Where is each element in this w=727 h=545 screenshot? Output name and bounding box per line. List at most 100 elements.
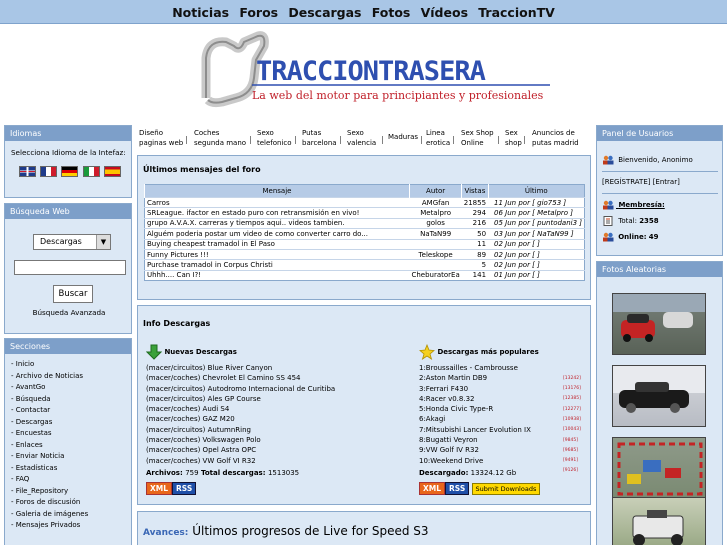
last-post-link[interactable]: 06 Jun por [ Metalpro ]	[488, 207, 585, 219]
nav-foros[interactable]: Foros	[235, 0, 282, 20]
views-cell: 141	[461, 269, 489, 281]
register-login-links[interactable]: [REGÍSTRATE] [Entrar]	[602, 178, 680, 186]
author-link[interactable]: CheburatorEa	[409, 269, 462, 281]
author-link[interactable]: NaTaN99	[409, 228, 462, 240]
es-flag-icon[interactable]	[103, 166, 121, 177]
sponsor-link[interactable]: Sexo valencia	[347, 129, 376, 148]
sponsor-link[interactable]: Diseño paginas web	[139, 129, 183, 148]
nav-noticias[interactable]: Noticias	[168, 0, 233, 20]
nav-videos[interactable]: Vídeos	[417, 0, 472, 20]
views-cell: 21855	[461, 196, 489, 208]
feed-buttons: XML RSS	[146, 482, 406, 496]
last-post-link[interactable]: 05 Jun por [ puntodani3 ]	[488, 217, 585, 229]
section-link[interactable]: - Foros de discusión	[11, 498, 131, 510]
random-photos-panel: Fotos Aleatorias	[596, 261, 723, 545]
author-link[interactable]: Teleskope	[409, 248, 462, 260]
section-link[interactable]: - Estadísticas	[11, 464, 131, 476]
new-download-link[interactable]: (macer/coches) GAZ M20	[146, 415, 406, 425]
new-download-link[interactable]: (macer/circuitos) AutumnRing	[146, 426, 406, 436]
sponsor-link[interactable]: Sex Shop Online	[461, 129, 494, 148]
new-download-link[interactable]: (macer/coches) Audi S4	[146, 405, 406, 415]
xml-feed-button[interactable]: XML	[146, 482, 173, 496]
new-download-link[interactable]: (macer/circuitos) Ales GP Course	[146, 395, 406, 405]
last-post-link[interactable]: 03 Jun por [ NaTaN99 ]	[488, 228, 585, 240]
download-count: [10938]	[563, 417, 581, 422]
users-icon	[603, 200, 614, 210]
link-separator: |	[249, 135, 252, 144]
fr-flag-icon[interactable]	[40, 166, 58, 177]
topic-link[interactable]: Purchase tramadol in Corpus Christi	[144, 259, 410, 271]
author-link[interactable]	[409, 238, 462, 250]
chevron-down-icon[interactable]: ▼	[96, 235, 110, 249]
section-link[interactable]: - AvantGo	[11, 383, 131, 395]
total-label: Total descargas:	[201, 468, 266, 477]
nav-descargas[interactable]: Descargas	[284, 0, 365, 20]
uk-flag-icon[interactable]	[19, 166, 36, 177]
banner-tagline: La web del motor para principiantes y pr…	[252, 89, 544, 102]
topic-link[interactable]: Uhhh.... Can I?!	[144, 269, 410, 281]
download-count: [12277]	[563, 407, 581, 412]
section-link[interactable]: - Archivo de Noticias	[11, 372, 131, 384]
table-row: Purchase tramadol in Corpus Christi 5 02 J…	[144, 259, 585, 271]
last-post-link[interactable]: 01 Jun por [ ]	[488, 269, 585, 281]
section-link[interactable]: - Galeria de imágenes	[11, 510, 131, 522]
sponsor-link[interactable]: Putas barcelona	[302, 129, 337, 148]
new-download-link[interactable]: (macer/coches) Volkswagen Polo	[146, 436, 406, 446]
section-link[interactable]: - FAQ	[11, 475, 131, 487]
section-link[interactable]: - File_Repository	[11, 487, 131, 499]
section-link[interactable]: - Inicio	[11, 360, 131, 372]
topic-link[interactable]: Funny Pictures !!!	[144, 248, 410, 260]
submit-downloads-button[interactable]: Submit Downloads	[471, 483, 541, 496]
topic-link[interactable]: Alguém poderia postar um video de como c…	[144, 228, 410, 240]
nav-tracciontv[interactable]: TraccionTV	[474, 0, 559, 20]
new-download-link[interactable]: (macer/circuitos) Autodromo Internaciona…	[146, 385, 406, 395]
section-link[interactable]: - Encuestas	[11, 429, 131, 441]
xml-feed-button[interactable]: XML	[419, 482, 446, 496]
site-banner[interactable]: TRACCIONTRASERA La web del motor para pr…	[196, 28, 550, 116]
topic-link[interactable]: Buying cheapest tramadol in El Paso	[144, 238, 410, 250]
section-link[interactable]: - Contactar	[11, 406, 131, 418]
search-category-select[interactable]: Descargas ▼	[33, 234, 111, 250]
sponsor-link[interactable]: Coches segunda mano	[194, 129, 246, 148]
last-post-link[interactable]: 02 Jun por [ ]	[488, 259, 585, 271]
topic-link[interactable]: SRLeague. ifactor en estado puro con ret…	[144, 207, 410, 219]
nav-fotos[interactable]: Fotos	[368, 0, 415, 20]
author-link[interactable]: AMGfan	[409, 196, 462, 208]
sponsor-link[interactable]: Sex shop	[505, 129, 522, 148]
section-link[interactable]: - Mensajes Privados	[11, 521, 131, 533]
section-link[interactable]: - Enviar Noticia	[11, 452, 131, 464]
avances-heading: Avances: Últimos progresos de Live for S…	[143, 524, 429, 538]
search-input[interactable]	[14, 260, 126, 275]
new-download-link[interactable]: (macer/circuitos) Blue River Canyon	[146, 364, 406, 374]
new-download-link[interactable]: (macer/coches) VW Golf VI R32	[146, 457, 406, 467]
author-link[interactable]	[409, 259, 462, 271]
section-link[interactable]: - Descargas	[11, 418, 131, 430]
section-link[interactable]: - Búsqueda	[11, 395, 131, 407]
sponsor-link[interactable]: Sexo telefonico	[257, 129, 292, 148]
random-photo[interactable]	[612, 497, 706, 545]
random-photo[interactable]	[612, 365, 706, 427]
section-link[interactable]: - Enlaces	[11, 441, 131, 453]
advanced-search-link[interactable]: Búsqueda Avanzada	[5, 308, 133, 317]
last-post-link[interactable]: 11 Jun por [ gio753 ]	[488, 196, 585, 208]
sponsor-link[interactable]: Linea erotica	[426, 129, 450, 148]
sponsor-link[interactable]: Maduras	[388, 133, 418, 143]
search-button[interactable]: Buscar	[53, 285, 93, 303]
new-download-link[interactable]: (macer/coches) Chevrolet El Camino SS 45…	[146, 374, 406, 384]
author-link[interactable]: Metalpro	[409, 207, 462, 219]
de-flag-icon[interactable]	[61, 166, 79, 177]
random-photo[interactable]	[612, 437, 706, 499]
avances-title[interactable]: Últimos progresos de Live for Speed S3	[192, 524, 428, 538]
popular-download-link[interactable]: 1:Broussailles - Cambrousse	[419, 364, 589, 374]
last-post-link[interactable]: 02 Jun por [ ]	[488, 248, 585, 260]
topic-link[interactable]: Carros	[144, 196, 410, 208]
last-post-link[interactable]: 02 Jun por [ ]	[488, 238, 585, 250]
it-flag-icon[interactable]	[82, 166, 100, 177]
new-download-link[interactable]: (macer/coches) Opel Astra OPC	[146, 446, 406, 456]
topic-link[interactable]: grupo A.V.A.X. carreras y tiempos aqui..…	[144, 217, 410, 229]
author-link[interactable]: golos	[409, 217, 462, 229]
rss-feed-button[interactable]: RSS	[172, 482, 197, 496]
rss-feed-button[interactable]: RSS	[445, 482, 470, 496]
random-photo[interactable]	[612, 293, 706, 355]
sponsor-link[interactable]: Anuncios de putas madrid	[532, 129, 579, 148]
